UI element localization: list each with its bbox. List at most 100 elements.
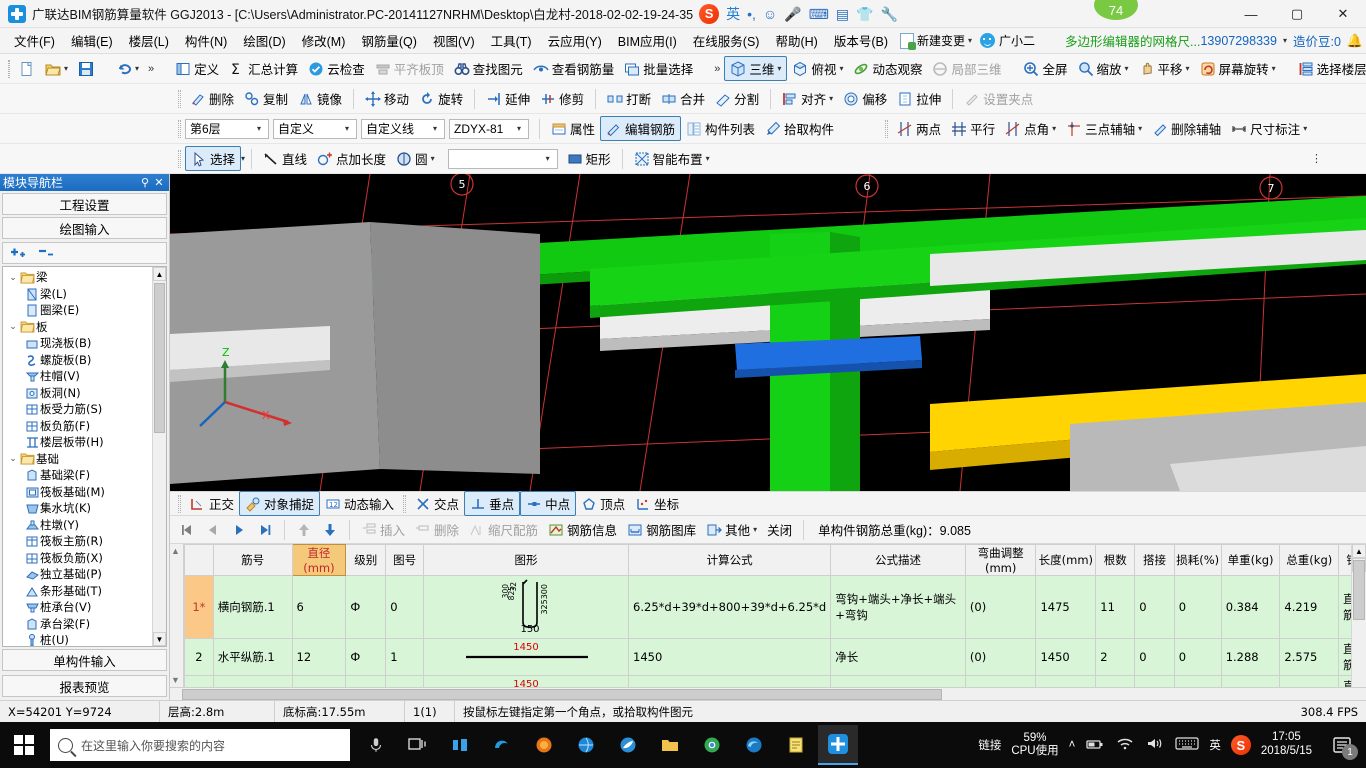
pan-button[interactable]: 平移 ▾ xyxy=(1134,57,1195,80)
midpoint-snap-toggle[interactable]: 中点 xyxy=(520,491,577,516)
tree-item-5[interactable]: 螺旋板(B) xyxy=(7,352,166,369)
vertex-snap-toggle[interactable]: 顶点 xyxy=(576,492,630,515)
menu-item-version[interactable]: 版本号(B) xyxy=(826,28,896,53)
cell-unitweight[interactable]: 0.384 xyxy=(1220,575,1281,639)
cell-loss[interactable]: 0 xyxy=(1173,575,1222,639)
three-point-axis-button[interactable]: 三点辅轴 ▾ xyxy=(1061,117,1147,140)
menu-item-edit[interactable]: 编辑(E) xyxy=(63,28,121,53)
table-scroll-up-button[interactable]: ▲ xyxy=(1352,544,1366,558)
other-button[interactable]: 其他 ▾ xyxy=(701,518,762,541)
cell-desc[interactable]: 弯钩+端头+净长+端头+弯钩 xyxy=(830,575,966,639)
new-file-button[interactable] xyxy=(14,59,40,79)
edge-legacy-icon[interactable] xyxy=(482,725,522,765)
toolbar-grip[interactable] xyxy=(178,119,181,138)
chevron-down-icon[interactable]: ⌄ xyxy=(7,453,19,464)
chevron-down-icon[interactable]: ▾ xyxy=(1272,64,1276,73)
point-length-tool-button[interactable]: 点加长度 xyxy=(312,147,391,170)
cell-barname[interactable]: 横向钢筋.1 xyxy=(212,575,293,639)
ime-toolbar[interactable]: S 英 •, ☺ 🎤 ⌨ ▤ 👕 🔧 xyxy=(699,3,898,24)
chevron-down-icon[interactable]: ▾ xyxy=(753,525,757,534)
tree-item-15[interactable]: 柱墩(Y) xyxy=(7,517,166,534)
ggj-icon[interactable] xyxy=(818,725,858,765)
toolbar-grip[interactable] xyxy=(178,89,181,108)
cell-count[interactable]: 2 xyxy=(1095,638,1136,676)
stretch-button[interactable]: 拉伸 xyxy=(892,87,946,110)
col-header-grade[interactable]: 级别 xyxy=(345,544,387,576)
tree-item-18[interactable]: 独立基础(P) xyxy=(7,566,166,583)
cell-totalweight[interactable]: 2.291 xyxy=(1279,675,1340,687)
col-header-shape[interactable]: 图形 xyxy=(423,544,630,576)
col-header-figno[interactable]: 图号 xyxy=(385,544,425,576)
col-header-barname[interactable]: 筋号 xyxy=(212,544,293,576)
ime-toolbox-icon[interactable]: ▤ xyxy=(836,7,849,21)
ime-tools-icon[interactable]: 🔧 xyxy=(881,7,898,21)
single-component-input-button[interactable]: 单构件输入 xyxy=(2,649,167,671)
rebar-library-button[interactable]: 钢筋图库 xyxy=(622,518,701,541)
type-combo[interactable]: 自定义 ▾ xyxy=(273,118,357,139)
tree-item-19[interactable]: 条形基础(T) xyxy=(7,583,166,600)
chevron-down-icon[interactable]: ▾ xyxy=(706,154,710,163)
col-header-desc[interactable]: 公式描述 xyxy=(830,544,966,576)
split-button[interactable]: 分割 xyxy=(710,87,764,110)
dimension-button[interactable]: 尺寸标注 ▾ xyxy=(1226,117,1312,140)
last-record-button[interactable] xyxy=(252,520,278,540)
tree-item-4[interactable]: 现浇板(B) xyxy=(7,335,166,352)
component-combo[interactable]: ZDYX-81 ▾ xyxy=(449,118,529,139)
tree-item-16[interactable]: 筏板主筋(R) xyxy=(7,533,166,550)
pick-component-button[interactable]: 拾取构件 xyxy=(760,117,839,140)
chevron-down-icon[interactable]: ▾ xyxy=(829,94,833,103)
chevron-down-icon[interactable]: ⌄ xyxy=(7,272,19,283)
folder-icon[interactable] xyxy=(650,725,690,765)
mirror-button[interactable]: 镜像 xyxy=(293,87,347,110)
cell-length[interactable]: 1450 xyxy=(1035,675,1097,687)
ime-keyboard-icon[interactable]: ⌨ xyxy=(809,7,829,21)
cell-diameter[interactable]: 6 xyxy=(291,575,347,639)
phone-label[interactable]: 13907298339 xyxy=(1200,34,1276,48)
cell-figno[interactable]: 1 xyxy=(385,675,425,687)
cell-unitweight[interactable]: 0.573 xyxy=(1220,675,1281,687)
collapse-all-icon[interactable] xyxy=(37,245,57,262)
expand-all-icon[interactable] xyxy=(9,245,29,262)
cell-shape[interactable]: 32 300 825 325300 150 xyxy=(423,575,630,639)
chevron-down-icon[interactable]: ▾ xyxy=(777,64,781,73)
scroll-up-button[interactable]: ▲ xyxy=(153,267,166,281)
cell-grade[interactable]: Ф xyxy=(345,575,387,639)
select-floor-button[interactable]: 选择楼层 xyxy=(1293,57,1366,80)
chevron-down-icon[interactable]: ▾ xyxy=(1283,36,1287,45)
mic-icon[interactable] xyxy=(356,725,396,765)
link-label[interactable]: 链接 xyxy=(978,737,1001,753)
cell-formula[interactable]: 1450 xyxy=(628,675,832,687)
cell-lap[interactable]: 0 xyxy=(1134,638,1175,676)
partial-3d-button[interactable]: 局部三维 xyxy=(927,57,1006,80)
chevron-down-icon[interactable]: ▾ xyxy=(968,36,972,45)
chevron-down-icon[interactable]: ▾ xyxy=(1186,64,1190,73)
rebar-table-container[interactable]: ▲ ▼ 筋号 直径(mm) 级别 图号 图形 计算公式 公式描述 弯曲调整(mm) 长度(mm)… xyxy=(170,544,1366,687)
tree-item-1[interactable]: 梁(L) xyxy=(7,286,166,303)
edge-icon[interactable] xyxy=(734,725,774,765)
cell-totalweight[interactable]: 4.219 xyxy=(1279,575,1340,639)
cell-lap[interactable]: 0 xyxy=(1134,675,1175,687)
cell-rownum[interactable]: 1* xyxy=(184,575,214,639)
line-tool-button[interactable]: 直线 xyxy=(258,147,312,170)
save-button[interactable] xyxy=(73,59,99,79)
chevron-down-icon[interactable]: ▾ xyxy=(64,64,68,73)
parallel-axis-button[interactable]: 平行 xyxy=(946,117,1000,140)
cell-unitweight[interactable]: 1.288 xyxy=(1220,638,1281,676)
cell-barname[interactable]: 水平纵筋.1 xyxy=(212,638,293,676)
fullscreen-button[interactable]: 全屏 xyxy=(1018,57,1072,80)
tree-item-22[interactable]: 桩(U) xyxy=(7,632,166,646)
ime-voice-icon[interactable]: 🎤 xyxy=(784,7,801,21)
cell-grade[interactable]: Ф xyxy=(345,638,387,676)
ime-indicator[interactable]: 英 xyxy=(1209,737,1221,753)
report-preview-button[interactable]: 报表预览 xyxy=(2,675,167,697)
chevron-down-icon[interactable]: ▾ xyxy=(340,124,354,133)
tree-item-21[interactable]: 承台梁(F) xyxy=(7,616,166,633)
draw-mode-combo[interactable]: ▾ xyxy=(447,148,558,169)
cell-bend[interactable]: (0) xyxy=(964,638,1037,676)
move-up-button[interactable] xyxy=(291,520,317,540)
scroll-thumb[interactable] xyxy=(154,283,165,433)
cell-count[interactable]: 11 xyxy=(1095,575,1136,639)
close-panel-button[interactable]: 关闭 xyxy=(762,518,797,541)
maximize-button[interactable]: ▢ xyxy=(1274,0,1320,28)
cell-barname[interactable]: 水平纵筋.2 xyxy=(212,675,293,687)
